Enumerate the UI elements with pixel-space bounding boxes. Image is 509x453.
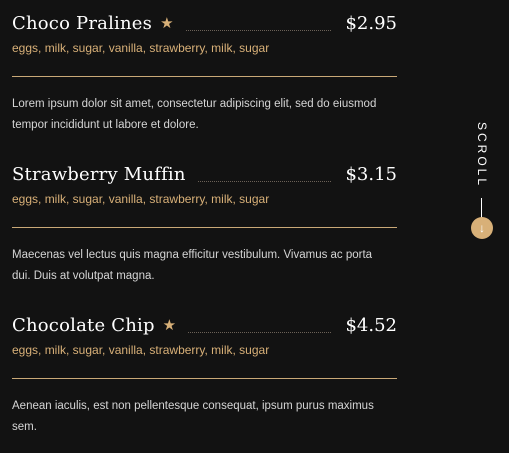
menu-item-title: Chocolate Chip xyxy=(12,314,155,336)
dotted-leader xyxy=(185,16,332,31)
menu-item-description: Maecenas vel lectus quis magna efficitur… xyxy=(12,249,373,282)
menu-list: Choco Pralines ★ $2.95 eggs, milk, sugar… xyxy=(12,0,397,453)
dotted-leader xyxy=(197,167,332,182)
menu-item-title: Strawberry Muffin xyxy=(12,163,186,185)
menu-item-ingredients: eggs, milk, sugar, vanilla, strawberry, … xyxy=(12,41,270,55)
menu-item-price: $4.52 xyxy=(345,314,397,336)
divider xyxy=(12,378,397,379)
divider xyxy=(12,76,397,77)
scroll-label-wrap: SCROLL xyxy=(473,118,491,192)
menu-item: Chocolate Chip ★ $4.52 eggs, milk, sugar… xyxy=(12,302,397,453)
scroll-label: SCROLL xyxy=(475,121,489,189)
divider xyxy=(12,227,397,228)
arrow-down-icon[interactable]: ↓ xyxy=(471,217,493,239)
menu-item: Strawberry Muffin $3.15 eggs, milk, suga… xyxy=(12,151,397,302)
menu-item-price: $2.95 xyxy=(345,12,397,34)
menu-item-ingredients: eggs, milk, sugar, vanilla, strawberry, … xyxy=(12,192,270,206)
menu-item-description: Aenean iaculis, est non pellentesque con… xyxy=(12,400,374,433)
star-icon: ★ xyxy=(160,14,174,32)
dotted-leader xyxy=(188,318,332,333)
menu-item-header: Choco Pralines ★ $2.95 xyxy=(12,10,397,36)
menu-item-ingredients: eggs, milk, sugar, vanilla, strawberry, … xyxy=(12,343,270,357)
scroll-indicator[interactable]: SCROLL ↓ xyxy=(469,118,495,243)
menu-item-price: $3.15 xyxy=(345,163,397,185)
menu-item-description: Lorem ipsum dolor sit amet, consectetur … xyxy=(12,98,377,131)
menu-item-header: Chocolate Chip ★ $4.52 xyxy=(12,312,397,338)
menu-item-header: Strawberry Muffin $3.15 xyxy=(12,161,397,187)
menu-item-title: Choco Pralines xyxy=(12,12,153,34)
scroll-line xyxy=(481,198,482,218)
star-icon: ★ xyxy=(162,316,177,334)
menu-item: Choco Pralines ★ $2.95 eggs, milk, sugar… xyxy=(12,0,397,151)
